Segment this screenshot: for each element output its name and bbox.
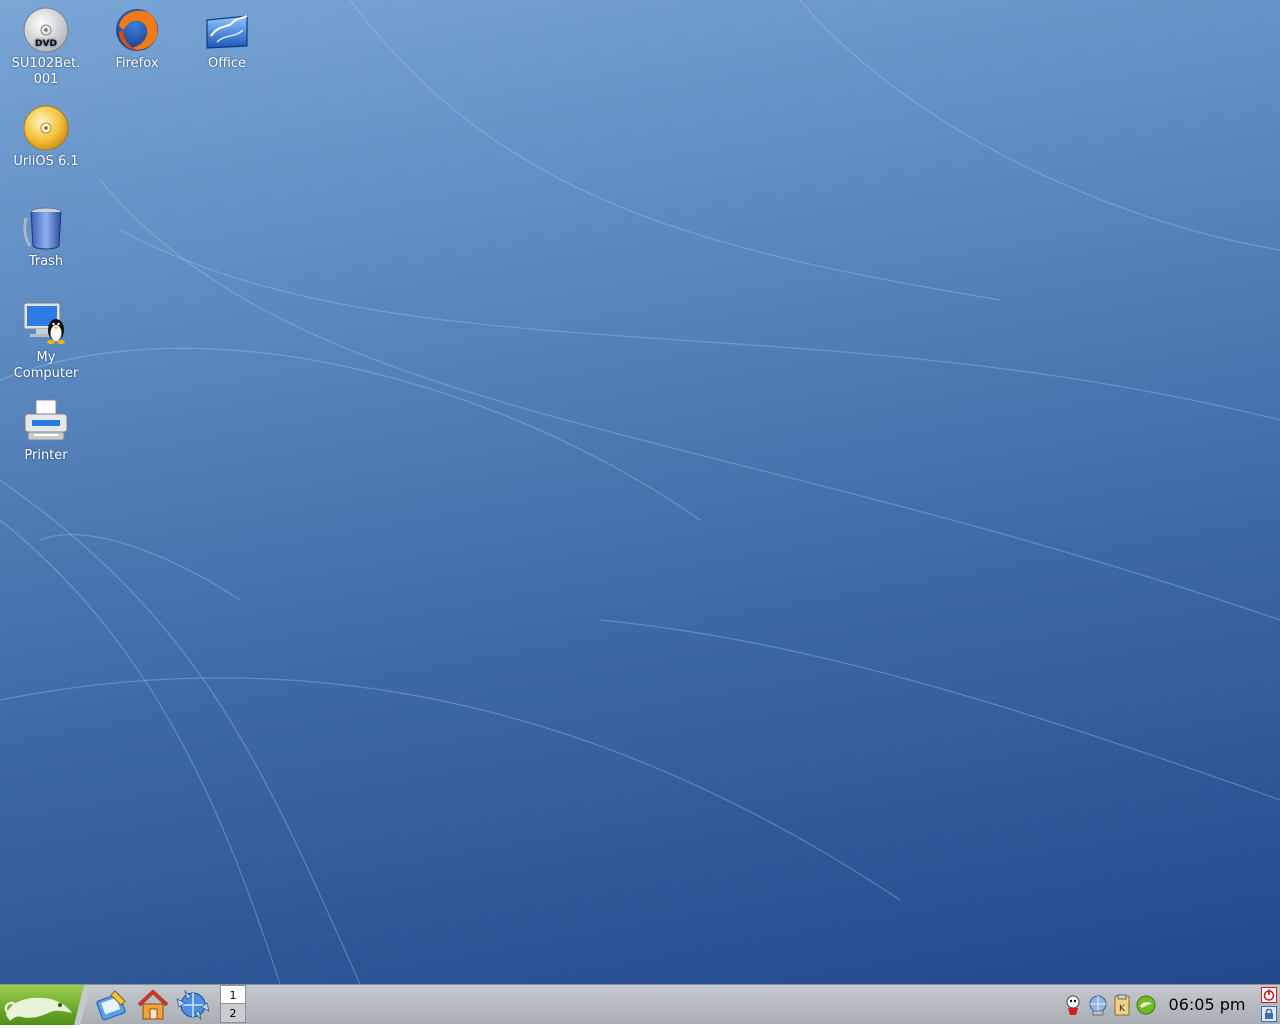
desktop-icon-label: UrliOS 6.1 <box>13 154 79 169</box>
desktop-icon-office[interactable]: Office <box>181 6 273 72</box>
my-computer-icon <box>23 302 65 344</box>
quick-launch-personal-settings[interactable] <box>95 987 131 1023</box>
desktop-icon-label: My Computer <box>13 350 79 381</box>
desktop-icon-printer[interactable]: Printer <box>0 398 92 464</box>
firefox-icon <box>116 9 158 51</box>
lock-icon <box>1261 1006 1277 1022</box>
desktop-icon-dvd[interactable]: DVD SU102Bet. 001 <box>0 6 92 88</box>
pager-desktop-1[interactable]: 1 <box>220 985 246 1004</box>
tray-updater[interactable] <box>1062 994 1084 1016</box>
tray-network[interactable] <box>1087 994 1109 1016</box>
start-menu-button[interactable] <box>0 985 92 1025</box>
network-icon <box>1089 995 1107 1016</box>
printer-icon <box>24 399 68 441</box>
desktop-icon-firefox[interactable]: Firefox <box>91 6 183 72</box>
desktop-icon-label: Firefox <box>115 56 159 71</box>
dvd-text: DVD <box>35 39 57 49</box>
office-icon <box>206 15 248 49</box>
taskbar: 1 2 K 06:05 pm <box>0 984 1280 1025</box>
desktop-background: DVD SU102Bet. 001 Firefox Office UrliOS … <box>0 0 1280 984</box>
quick-launch-web-browser[interactable] <box>175 987 211 1023</box>
tray-suse-update[interactable] <box>1135 994 1157 1016</box>
desktop-icon-label: Trash <box>28 254 64 269</box>
pager-desktop-2[interactable]: 2 <box>220 1004 246 1023</box>
tray-klipper[interactable]: K <box>1111 994 1133 1016</box>
trash-icon <box>23 207 62 250</box>
suse-gecko-icon <box>0 985 92 1025</box>
power-icon <box>1261 987 1277 1003</box>
personal-settings-icon <box>96 990 126 1021</box>
suse-update-icon <box>1136 995 1156 1015</box>
desktop-icon-label: SU102Bet. 001 <box>11 56 81 87</box>
klipper-icon: K <box>1114 994 1130 1016</box>
desktop-pager: 1 2 <box>220 985 246 1025</box>
updater-icon <box>1066 995 1080 1015</box>
desktop-icon-cd[interactable]: UrliOS 6.1 <box>0 104 92 170</box>
desktop-icon-trash[interactable]: Trash <box>0 204 92 270</box>
desktop-icon-label: Office <box>208 56 246 71</box>
desktop-icon-label: Printer <box>24 448 68 463</box>
clock[interactable]: 06:05 pm <box>1166 985 1248 1025</box>
logout-button[interactable] <box>1261 987 1277 1003</box>
web-browser-icon <box>176 989 210 1021</box>
dvd-icon: DVD <box>23 7 69 53</box>
desktop-icon-my-computer[interactable]: My Computer <box>0 300 92 382</box>
cd-icon <box>23 105 69 151</box>
home-folder-icon <box>137 990 169 1020</box>
lock-screen-button[interactable] <box>1261 1006 1277 1022</box>
quick-launch-home[interactable] <box>135 987 171 1023</box>
wallpaper-swirls <box>0 0 1280 984</box>
